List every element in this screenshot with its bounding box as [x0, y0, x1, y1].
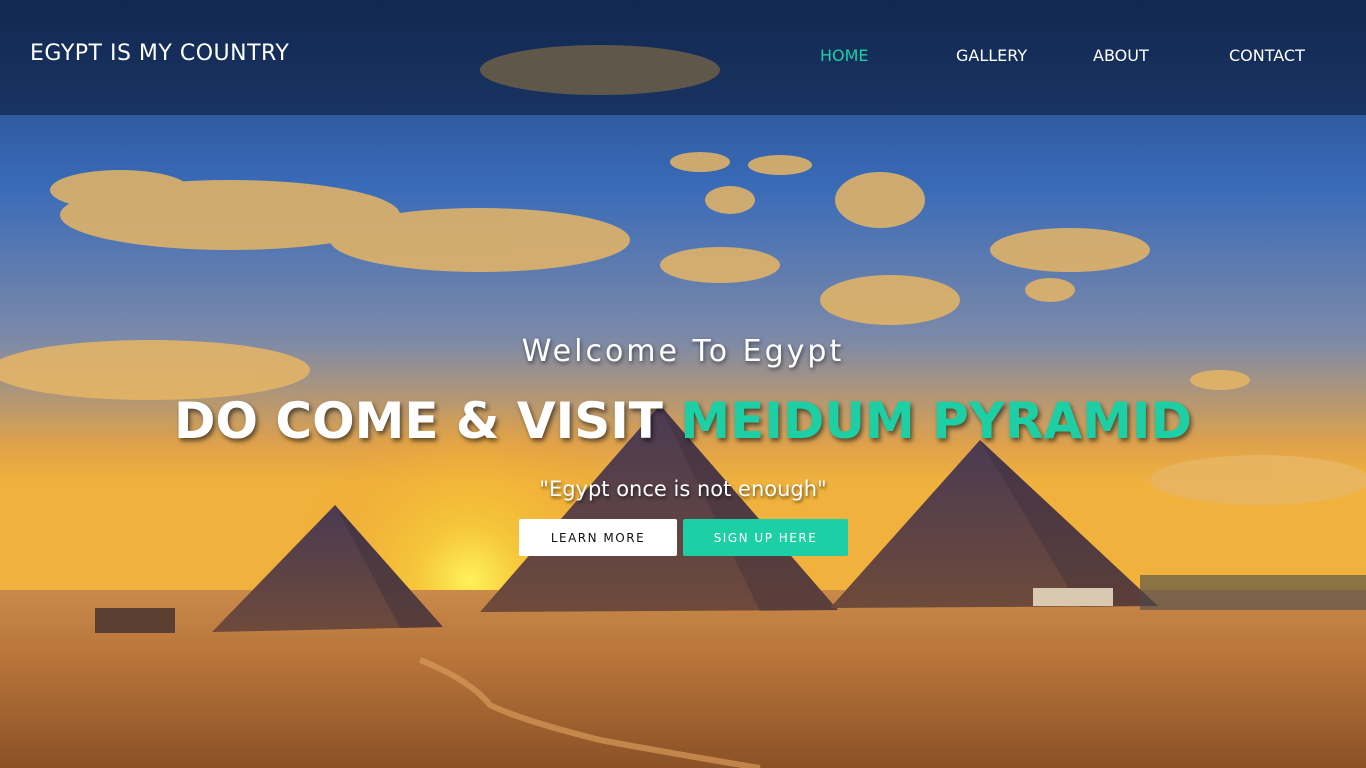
navbar: EGYPT IS MY COUNTRY HOME GALLERY ABOUT C…	[0, 0, 1366, 115]
nav-link-about[interactable]: ABOUT	[1093, 46, 1149, 65]
headline-accent: MEIDUM PYRAMID	[680, 392, 1193, 450]
hero-section: EGYPT IS MY COUNTRY HOME GALLERY ABOUT C…	[0, 0, 1366, 768]
nav-link-contact[interactable]: CONTACT	[1229, 46, 1305, 65]
hero-quote: "Egypt once is not enough"	[539, 477, 827, 501]
headline-main: DO COME & VISIT	[173, 392, 663, 450]
pyramids-background-image	[0, 0, 1366, 768]
welcome-text: Welcome To Egypt	[521, 334, 845, 369]
hero-headline: DO COME & VISIT MEIDUM PYRAMID	[0, 392, 1366, 450]
nav-link-gallery[interactable]: GALLERY	[956, 46, 1027, 65]
site-brand[interactable]: EGYPT IS MY COUNTRY	[30, 41, 289, 66]
nav-link-home[interactable]: HOME	[820, 46, 869, 65]
learn-more-button[interactable]: LEARN MORE	[519, 519, 677, 556]
sign-up-button[interactable]: SIGN UP HERE	[683, 519, 848, 556]
